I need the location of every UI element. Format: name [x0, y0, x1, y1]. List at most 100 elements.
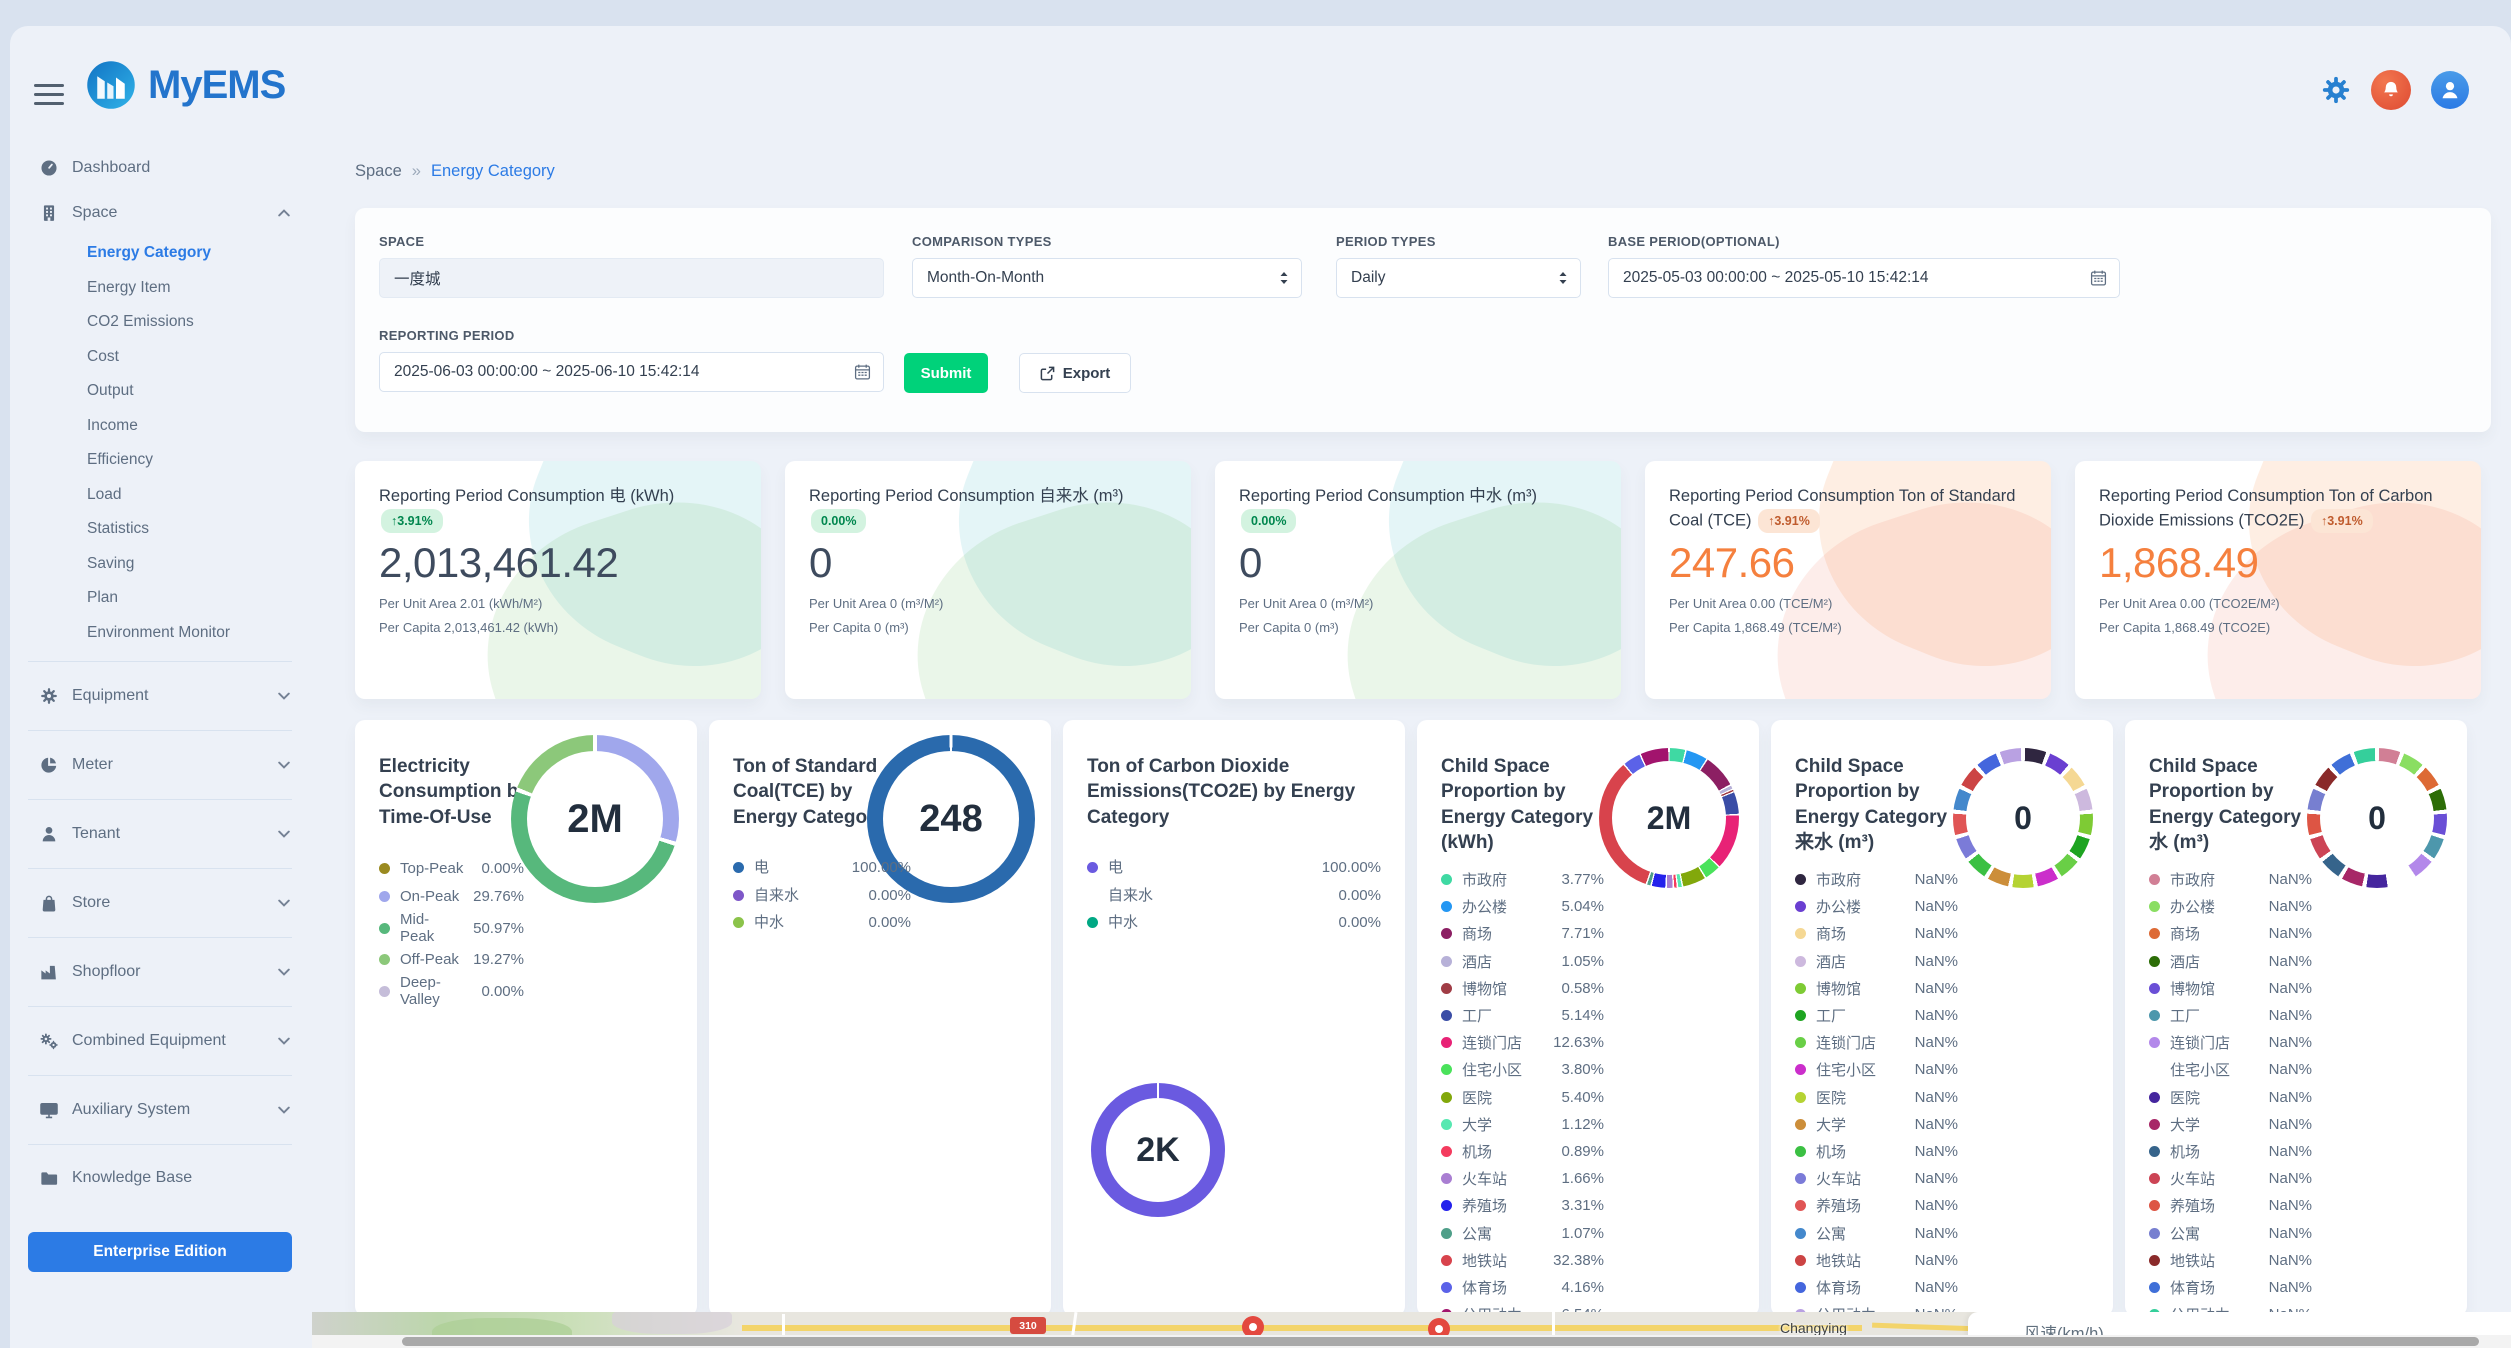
sidebar-item-meter[interactable]: Meter [10, 742, 310, 788]
legend-item-on-peak[interactable]: On-Peak29.76% [379, 883, 524, 912]
sidebar-item-saving[interactable]: Saving [10, 547, 310, 582]
legend-item-自来水[interactable]: 自来水0.00% [733, 882, 911, 910]
legend-item-连锁门店[interactable]: 连锁门店NaN% [1795, 1029, 2095, 1056]
legend-item-大学[interactable]: 大学NaN% [2149, 1111, 2449, 1138]
legend-item-办公楼[interactable]: 办公楼NaN% [2149, 893, 2449, 920]
legend-item-酒店[interactable]: 酒店NaN% [1795, 948, 2095, 975]
legend-percent: 1.12% [1548, 1116, 1604, 1133]
legend-item-中水[interactable]: 中水0.00% [733, 909, 911, 937]
legend-item-电[interactable]: 电100.00% [1087, 854, 1381, 882]
legend-item-自来水[interactable]: 自来水0.00% [1087, 882, 1381, 910]
legend-item-体育场[interactable]: 体育场4.16% [1441, 1274, 1741, 1301]
legend-item-地铁站[interactable]: 地铁站NaN% [1795, 1247, 2095, 1274]
legend-item-公寓[interactable]: 公寓1.07% [1441, 1219, 1741, 1246]
legend-item-市政府[interactable]: 市政府NaN% [2149, 866, 2449, 893]
legend-item-工厂[interactable]: 工厂NaN% [2149, 1002, 2449, 1029]
legend-item-中水[interactable]: 中水0.00% [1087, 909, 1381, 937]
legend-item-养殖场[interactable]: 养殖场NaN% [1795, 1192, 2095, 1219]
legend-item-电[interactable]: 电100.00% [733, 854, 911, 882]
sidebar-item-shopfloor[interactable]: Shopfloor [10, 949, 310, 995]
legend-item-mid-peak[interactable]: Mid-Peak50.97% [379, 911, 524, 946]
sidebar-item-energy-item[interactable]: Energy Item [10, 271, 310, 306]
sidebar-item-knowledge-base[interactable]: Knowledge Base [10, 1156, 310, 1200]
legend-item-酒店[interactable]: 酒店1.05% [1441, 948, 1741, 975]
space-input[interactable]: 一度城 [379, 258, 884, 298]
legend-item-体育场[interactable]: 体育场NaN% [1795, 1274, 2095, 1301]
legend-item-市政府[interactable]: 市政府3.77% [1441, 866, 1741, 893]
legend-item-医院[interactable]: 医院NaN% [1795, 1084, 2095, 1111]
legend-item-住宅小区[interactable]: 住宅小区NaN% [1795, 1056, 2095, 1083]
legend-item-top-peak[interactable]: Top-Peak0.00% [379, 854, 524, 883]
settings-gear-icon[interactable] [2321, 75, 2351, 105]
legend-item-体育场[interactable]: 体育场NaN% [2149, 1274, 2449, 1301]
legend-item-连锁门店[interactable]: 连锁门店12.63% [1441, 1029, 1741, 1056]
breadcrumb-section[interactable]: Space [355, 162, 402, 181]
notifications-bell-icon[interactable] [2371, 70, 2411, 110]
legend-dot-icon [2149, 1282, 2160, 1293]
menu-toggle-icon[interactable] [34, 84, 64, 110]
app-logo[interactable]: MyEMS [86, 60, 285, 110]
legend-item-医院[interactable]: 医院NaN% [2149, 1084, 2449, 1111]
sidebar-item-output[interactable]: Output [10, 374, 310, 409]
sidebar-item-cost[interactable]: Cost [10, 340, 310, 375]
legend-item-地铁站[interactable]: 地铁站NaN% [2149, 1247, 2449, 1274]
sidebar-item-co2-emissions[interactable]: CO2 Emissions [10, 305, 310, 340]
sidebar-item-store[interactable]: Store [10, 880, 310, 926]
scrollbar-thumb[interactable] [402, 1337, 2479, 1346]
legend-item-地铁站[interactable]: 地铁站32.38% [1441, 1247, 1741, 1274]
legend-item-公寓[interactable]: 公寓NaN% [1795, 1219, 2095, 1246]
legend-item-住宅小区[interactable]: 住宅小区NaN% [2149, 1056, 2449, 1083]
sidebar-item-energy-category[interactable]: Energy Category [10, 236, 310, 271]
legend-item-deep-valley[interactable]: Deep-Valley0.00% [379, 974, 524, 1009]
legend-item-养殖场[interactable]: 养殖场NaN% [2149, 1192, 2449, 1219]
sidebar-item-income[interactable]: Income [10, 409, 310, 444]
legend-item-公寓[interactable]: 公寓NaN% [2149, 1219, 2449, 1246]
legend-item-火车站[interactable]: 火车站NaN% [2149, 1165, 2449, 1192]
sidebar-item-dashboard[interactable]: Dashboard [10, 146, 310, 190]
legend-item-医院[interactable]: 医院5.40% [1441, 1084, 1741, 1111]
legend-item-市政府[interactable]: 市政府NaN% [1795, 866, 2095, 893]
reporting-period-input[interactable]: 2025-06-03 00:00:00 ~ 2025-06-10 15:42:1… [379, 352, 884, 392]
sidebar-item-tenant[interactable]: Tenant [10, 811, 310, 857]
legend-item-机场[interactable]: 机场NaN% [1795, 1138, 2095, 1165]
export-button[interactable]: Export [1019, 353, 1131, 393]
user-avatar[interactable] [2431, 71, 2469, 109]
sidebar-item-load[interactable]: Load [10, 478, 310, 513]
legend-item-连锁门店[interactable]: 连锁门店NaN% [2149, 1029, 2449, 1056]
legend-item-工厂[interactable]: 工厂NaN% [1795, 1002, 2095, 1029]
sidebar-item-equipment[interactable]: Equipment [10, 673, 310, 719]
legend-percent: NaN% [2256, 871, 2312, 888]
sidebar-item-auxiliary-system[interactable]: Auxiliary System [10, 1087, 310, 1133]
legend-item-商场[interactable]: 商场NaN% [1795, 920, 2095, 947]
breadcrumb-page[interactable]: Energy Category [431, 162, 555, 181]
sidebar-item-statistics[interactable]: Statistics [10, 512, 310, 547]
submit-button[interactable]: Submit [904, 353, 988, 393]
legend-item-博物馆[interactable]: 博物馆NaN% [2149, 975, 2449, 1002]
period-type-select[interactable]: Daily [1336, 258, 1581, 298]
legend-item-住宅小区[interactable]: 住宅小区3.80% [1441, 1056, 1741, 1083]
legend-item-养殖场[interactable]: 养殖场3.31% [1441, 1192, 1741, 1219]
legend-item-商场[interactable]: 商场7.71% [1441, 920, 1741, 947]
legend-item-工厂[interactable]: 工厂5.14% [1441, 1002, 1741, 1029]
legend-item-机场[interactable]: 机场0.89% [1441, 1138, 1741, 1165]
legend-item-博物馆[interactable]: 博物馆0.58% [1441, 975, 1741, 1002]
comparison-type-select[interactable]: Month-On-Month [912, 258, 1302, 298]
legend-item-办公楼[interactable]: 办公楼5.04% [1441, 893, 1741, 920]
legend-item-大学[interactable]: 大学NaN% [1795, 1111, 2095, 1138]
legend-item-火车站[interactable]: 火车站NaN% [1795, 1165, 2095, 1192]
legend-item-酒店[interactable]: 酒店NaN% [2149, 948, 2449, 975]
sidebar-item-space[interactable]: Space [10, 190, 310, 236]
sidebar-item-efficiency[interactable]: Efficiency [10, 443, 310, 478]
sidebar-item-plan[interactable]: Plan [10, 581, 310, 616]
sidebar-item-environment-monitor[interactable]: Environment Monitor [10, 616, 310, 651]
legend-item-办公楼[interactable]: 办公楼NaN% [1795, 893, 2095, 920]
legend-item-商场[interactable]: 商场NaN% [2149, 920, 2449, 947]
legend-item-大学[interactable]: 大学1.12% [1441, 1111, 1741, 1138]
legend-item-博物馆[interactable]: 博物馆NaN% [1795, 975, 2095, 1002]
sidebar-item-combined-equipment[interactable]: Combined Equipment [10, 1018, 310, 1064]
enterprise-edition-button[interactable]: Enterprise Edition [28, 1232, 292, 1272]
base-period-input[interactable]: 2025-05-03 00:00:00 ~ 2025-05-10 15:42:1… [1608, 258, 2120, 298]
legend-item-off-peak[interactable]: Off-Peak19.27% [379, 946, 524, 975]
legend-item-机场[interactable]: 机场NaN% [2149, 1138, 2449, 1165]
legend-item-火车站[interactable]: 火车站1.66% [1441, 1165, 1741, 1192]
